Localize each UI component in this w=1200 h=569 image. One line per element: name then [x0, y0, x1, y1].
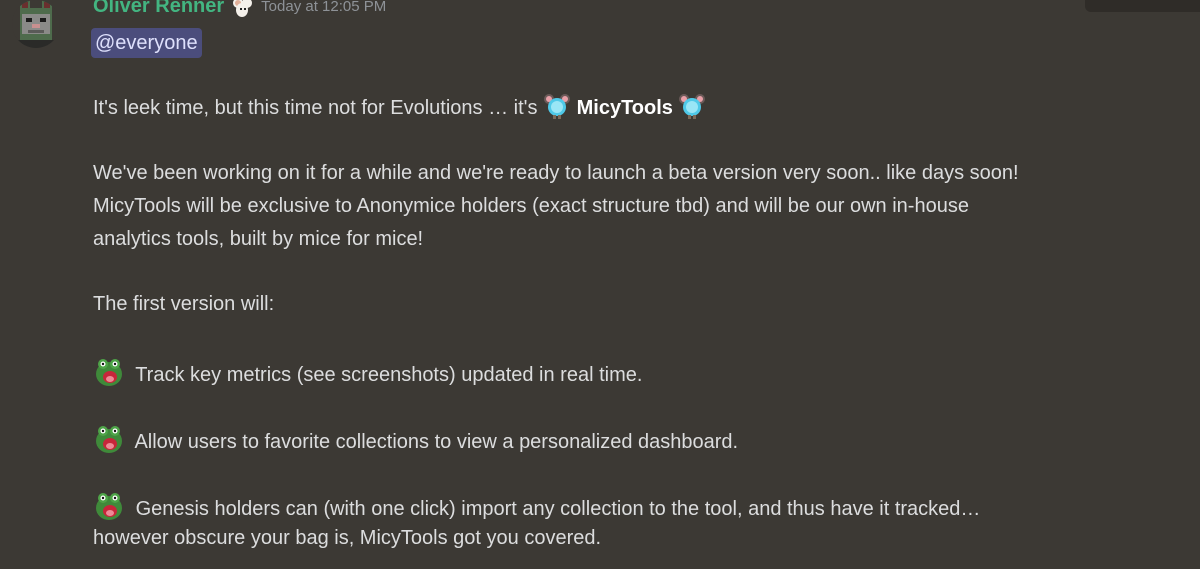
list-intro: The first version will: [93, 293, 275, 315]
chat-message: Oliver Renner Today at 12:05 PM @everyon… [0, 0, 1200, 569]
green-frog-emoji-icon [93, 356, 125, 388]
message-header: Oliver Renner Today at 12:05 PM [93, 0, 386, 20]
paragraph-line: MicyTools will be exclusive to Anonymice… [93, 195, 969, 217]
paragraph-line: We've been working on it for a while and… [93, 162, 1019, 184]
bullet-text: Genesis holders can (with one click) imp… [135, 498, 981, 520]
bullet-continuation: however obscure your bag is, MicyTools g… [93, 527, 602, 549]
bullet-item: Allow users to favorite collections to v… [93, 423, 738, 457]
author-username[interactable]: Oliver Renner [93, 0, 224, 18]
green-frog-emoji-icon [93, 490, 125, 522]
mouse-role-icon [230, 0, 254, 18]
cyan-mouse-emoji-icon [543, 92, 571, 120]
message-hover-toolbar[interactable] [1085, 0, 1200, 12]
user-avatar[interactable] [12, 0, 60, 48]
pixel-mouse-avatar-icon [12, 0, 60, 48]
bullet-text: Allow users to favorite collections to v… [134, 431, 739, 453]
message-line-announcement: It's leek time, but this time not for Ev… [93, 92, 706, 123]
bullet-item: Track key metrics (see screenshots) upda… [93, 356, 642, 390]
paragraph-line: analytics tools, built by mice for mice! [93, 228, 424, 250]
everyone-mention[interactable]: @everyone [91, 28, 202, 58]
brand-name: MicyTools [576, 97, 673, 119]
announcement-text: It's leek time, but this time not for Ev… [93, 97, 538, 119]
bullet-text: Track key metrics (see screenshots) upda… [135, 364, 643, 386]
message-timestamp: Today at 12:05 PM [261, 0, 387, 15]
green-frog-emoji-icon [93, 423, 125, 455]
cyan-mouse-emoji-icon [678, 92, 706, 120]
bullet-item: Genesis holders can (with one click) imp… [93, 490, 980, 524]
